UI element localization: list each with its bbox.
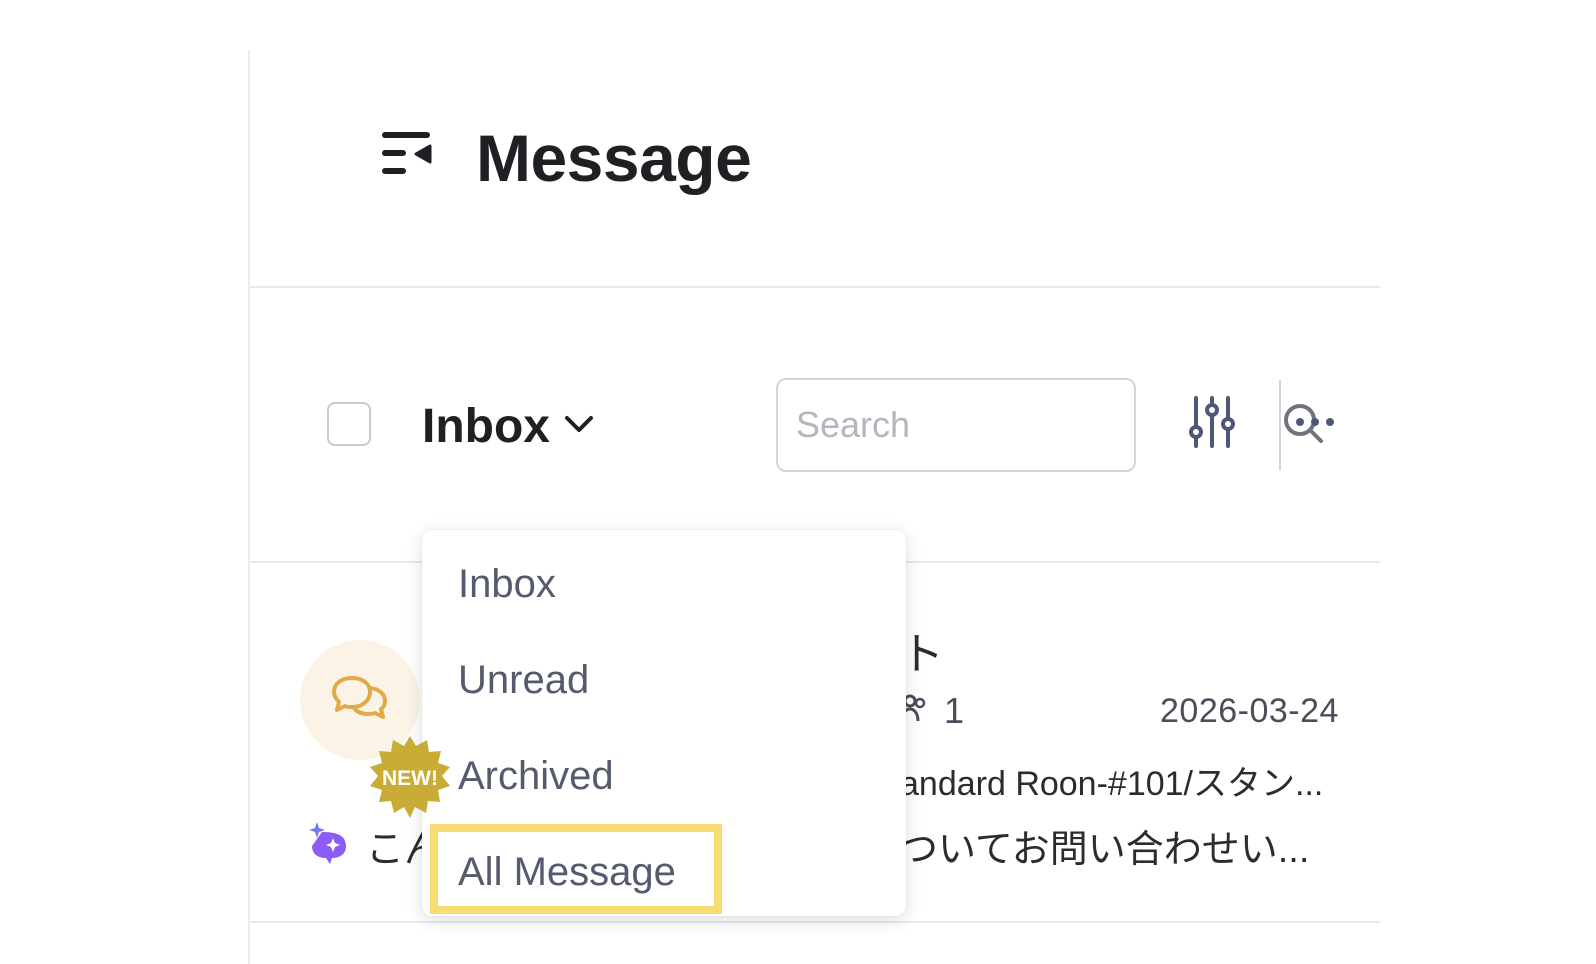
conversation-name: ト [900, 630, 944, 679]
more-options-button[interactable] [1290, 408, 1340, 438]
select-all-checkbox[interactable] [327, 402, 371, 446]
menu-item-all-message[interactable]: All Message [458, 848, 676, 896]
chat-bubbles-icon [330, 672, 390, 729]
filter-button[interactable] [1186, 395, 1238, 453]
menu-collapse-icon[interactable] [382, 130, 434, 180]
search-box [776, 378, 1323, 472]
menu-item-inbox[interactable]: Inbox [458, 560, 556, 608]
guest-count: 1 [900, 690, 964, 732]
more-horizontal-icon [1295, 414, 1335, 432]
message-preview: ついてお問い合わせい... [900, 829, 1310, 871]
sliders-icon [1188, 395, 1236, 453]
menu-item-unread[interactable]: Unread [458, 656, 589, 704]
guest-count-value: 1 [944, 690, 965, 731]
page-title: Message [476, 121, 752, 195]
folder-dropdown[interactable]: Inbox [422, 398, 594, 454]
row-divider [250, 921, 1380, 923]
room-info: andard Roon-#101/スタン... [900, 765, 1324, 803]
folder-label: Inbox [422, 399, 550, 453]
new-badge: NEW! [366, 734, 454, 822]
header-divider [250, 286, 1380, 288]
chevron-down-icon [564, 414, 594, 439]
ai-sparkle-icon [306, 820, 352, 871]
new-badge-text: NEW! [382, 767, 438, 790]
conversation-date: 2026-03-24 [1160, 692, 1339, 730]
folder-dropdown-menu: Inbox Unread Archived All Message [422, 530, 906, 916]
panel-left-border [248, 50, 250, 964]
menu-item-archived[interactable]: Archived [458, 752, 614, 800]
